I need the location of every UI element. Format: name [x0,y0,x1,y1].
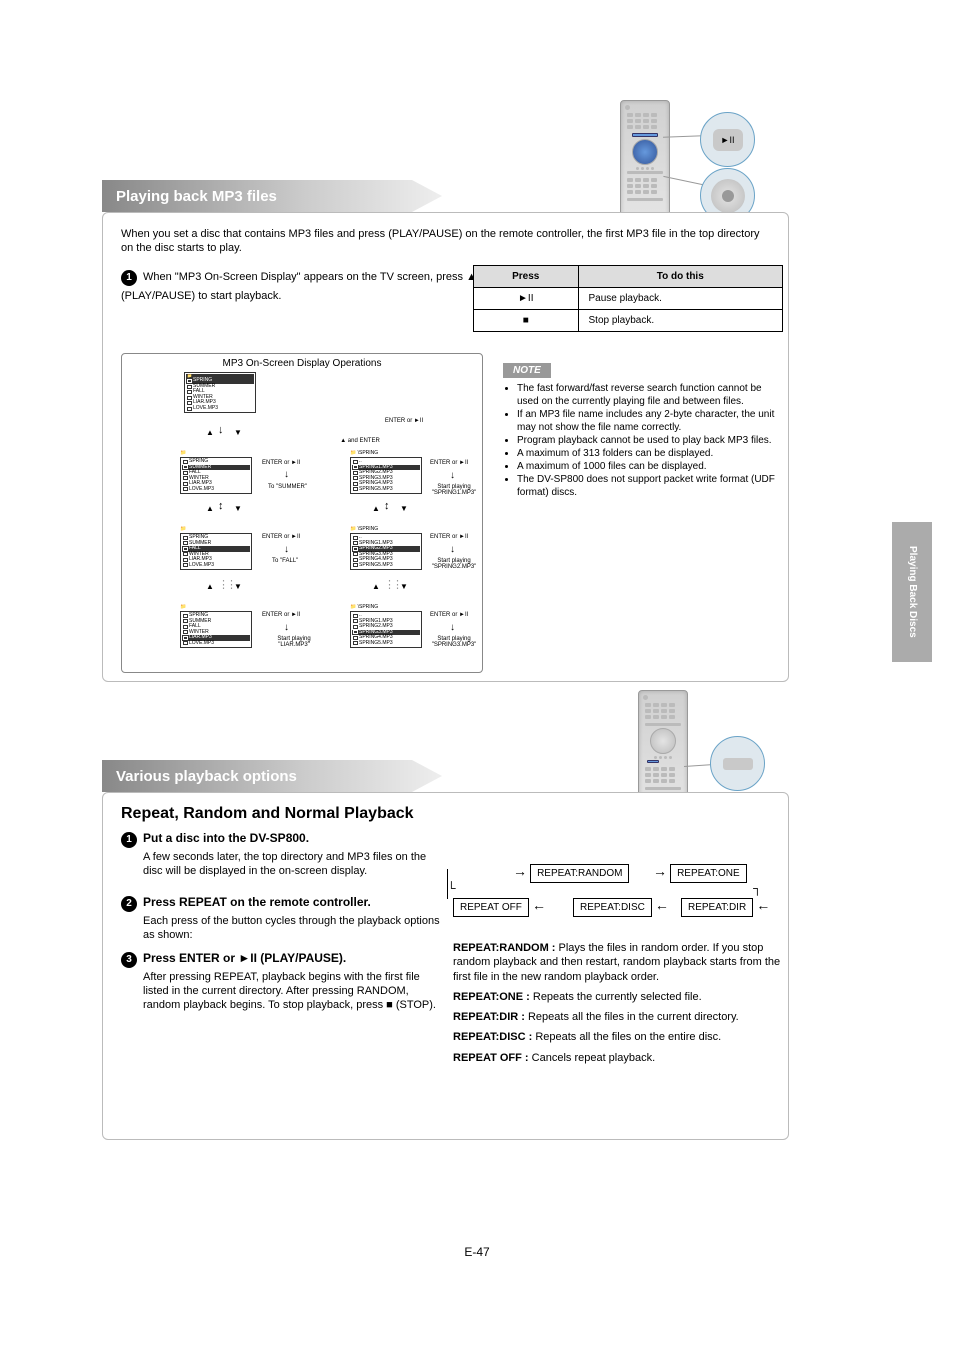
osd-spring-2: 📁 \SPRING .. SPRING1.MP3 SPRING2.MP3 SPR… [350,604,422,648]
leader-line [663,135,703,137]
osd-navigation-diagram: MP3 On-Screen Display Operations 📁 SPRIN… [121,353,483,673]
start-liar-label: Start playing "LIAR.MP3" [264,636,324,648]
step-lead: Press ENTER or ►II (PLAY/PAUSE). [143,951,346,965]
step-number-3: 3 [121,952,137,968]
desc-text: Cancels repeat playback. [532,1052,656,1064]
section-banner-mp3: Playing back MP3 files [102,180,442,212]
osd-root-1: 📁 SPRING SUMMER FALL WINTER LIAR.MP3 LOV… [180,450,252,494]
enter-label: ENTER or ►II [430,460,468,466]
desc-label: REPEAT:ONE : [453,991,530,1003]
osd-spring-0: 📁 \SPRING .. SPRING1.MP3 SPRING2.MP3 SPR… [350,450,422,494]
press-action-table: PressTo do this ►II Pause playback. ■ St… [473,265,783,332]
up-icon: ▲ [372,582,380,591]
side-tab-playing-back-discs: Playing Back Discs [892,522,932,662]
osd-root-0: 📁 SPRING SUMMER FALL WINTER LIAR.MP3 LOV… [184,372,256,413]
osd-root-2: 📁 SPRING SUMMER FALL WINTER LIAR.MP3 LOV… [180,526,252,570]
note-heading: NOTE [503,363,551,378]
step-3: 3 Press ENTER or ►II (PLAY/PAUSE). After … [121,951,441,1012]
arrow-left-icon: ← [756,897,770,913]
intro-text: When you set a disc that contains MP3 fi… [121,227,769,256]
step-body: After pressing REPEAT, playback begins w… [143,970,441,1013]
step-2: 2Press REPEAT on the remote controller. … [121,895,441,942]
table-cell-play-pause: ►II [474,288,579,310]
down-icon: ▼ [234,428,242,437]
repeat-random-box: REPEAT:RANDOM [530,864,629,883]
table-head-press: Press [474,266,579,288]
table-cell-stop: ■ [474,310,579,332]
table-cell: Stop playback. [578,310,782,332]
step-number-2: 2 [121,896,137,912]
table-head-action: To do this [578,266,782,288]
repeat-descriptions: REPEAT:RANDOM : Plays the files in rando… [453,941,783,1065]
note-item: The DV-SP800 does not support packet wri… [517,473,785,499]
repeat-dir-box: REPEAT:DIR [681,898,753,917]
desc-label: REPEAT:RANDOM : [453,942,555,954]
page-number: E-47 [464,1245,489,1259]
up-icon: ▲ [206,504,214,513]
panel-mp3-playback: When you set a disc that contains MP3 fi… [102,212,789,682]
osd-spring-1: 📁 \SPRING .. SPRING1.MP3 SPRING2.MP3 SPR… [350,526,422,570]
start3-label: Start playing "SPRING3.MP3" [426,636,482,648]
desc-label: REPEAT:DIR : [453,1011,525,1023]
section-banner-various: Various playback options [102,760,442,792]
step-body: Each press of the button cycles through … [143,914,441,943]
banner-label: Various playback options [116,768,297,785]
desc-label: REPEAT:DISC : [453,1031,532,1043]
start2-label: Start playing "SPRING2.MP3" [426,558,482,570]
diagram-title: MP3 On-Screen Display Operations [122,354,482,373]
callout-repeat-button [710,736,765,791]
note-item: Program playback cannot be used to play … [517,434,785,447]
repeat-cycle-diagram: → REPEAT:RANDOM → REPEAT:ONE ┐ REPEAT OF… [453,863,783,933]
osd-root-3: 📁 SPRING SUMMER FALL WINTER LIAR.MP3 LOV… [180,604,252,648]
repeat-disc-box: REPEAT:DISC [573,898,652,917]
up-icon: ▲ [206,428,214,437]
desc-text: Repeats all the files in the current dir… [528,1011,739,1023]
note-item: If an MP3 file name includes any 2-byte … [517,408,785,434]
to-summer-label: To "SUMMER" [268,484,307,490]
callout-play-pause: ►II [700,112,755,167]
enter-label: ENTER or ►II [262,534,300,540]
to-fall-label: To "FALL" [272,558,298,564]
arrow-right-icon: → [653,863,667,879]
arrow-right-icon: → [513,863,527,879]
up-icon: ▲ [206,582,214,591]
enter-label: ENTER or ►II [262,460,300,466]
start1-label: Start playing "SPRING1.MP3" [426,484,482,496]
sub-title: Repeat, Random and Normal Playback [121,805,414,823]
enter-label: ENTER or ►II [430,612,468,618]
panel-repeat-options: Repeat, Random and Normal Playback 1 Put … [102,792,789,1140]
enter-label: ENTER or ►II [364,418,444,424]
repeat-off-box: REPEAT OFF [453,898,529,917]
step-1: 1 Put a disc into the DV-SP800. A few sec… [121,831,441,878]
note-item: A maximum of 313 folders can be displaye… [517,447,785,460]
down-icon: ▼ [234,504,242,513]
enter-label: ENTER or ►II [430,534,468,540]
note-item: The fast forward/fast reverse search fun… [517,382,785,408]
desc-text: Repeats all the files on the entire disc… [535,1031,721,1043]
step-lead: Put a disc into the DV-SP800. [143,831,309,845]
note-item: A maximum of 1000 files can be displayed… [517,460,785,473]
play-pause-icon: ►II [721,135,735,145]
remote-illustration-top [620,100,670,225]
arrow-left-icon: ← [532,897,546,913]
step-lead: Press REPEAT on the remote controller. [143,895,371,909]
down-icon: ▼ [400,504,408,513]
banner-label: Playing back MP3 files [116,188,277,205]
up-icon: ▲ [372,504,380,513]
enter-label: ENTER or ►II [262,612,300,618]
desc-text: Repeats the currently selected file. [533,991,702,1003]
table-cell: Pause playback. [578,288,782,310]
step-body: A few seconds later, the top directory a… [143,850,441,879]
step-number-1: 1 [121,270,137,286]
repeat-one-box: REPEAT:ONE [670,864,747,883]
arrow-left-icon: ← [655,897,669,913]
note-block: NOTE The fast forward/fast reverse searc… [503,363,785,499]
desc-label: REPEAT OFF : [453,1052,529,1064]
step-number-1: 1 [121,832,137,848]
nav-label: ▲ and ENTER [310,438,410,444]
